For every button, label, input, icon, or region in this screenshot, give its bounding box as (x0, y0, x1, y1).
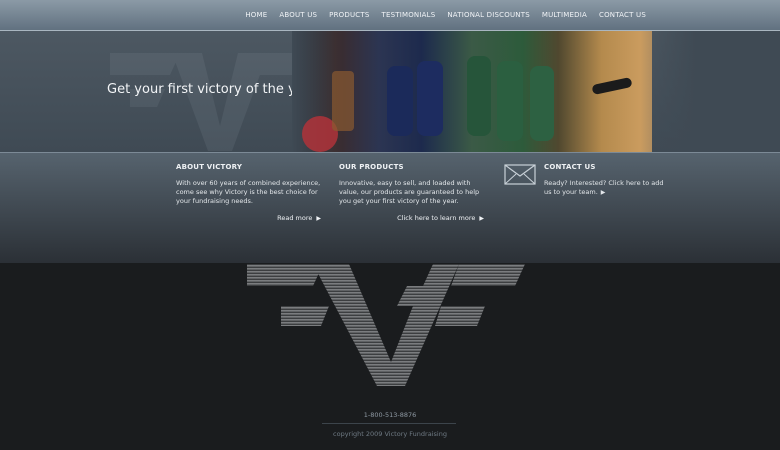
footer-divider (322, 423, 456, 424)
learn-more-link[interactable]: Click here to learn more ▶ (339, 214, 484, 222)
envelope-icon[interactable] (504, 164, 536, 185)
main-nav: HOME ABOUT US PRODUCTS TESTIMONIALS NATI… (239, 0, 780, 30)
about-section: ABOUT VICTORY With over 60 years of comb… (176, 163, 321, 222)
hero-fade (640, 31, 780, 152)
top-nav-bar: HOME ABOUT US PRODUCTS TESTIMONIALS NATI… (0, 0, 780, 31)
nav-about-us[interactable]: ABOUT US (273, 11, 323, 19)
about-title: ABOUT VICTORY (176, 163, 243, 171)
read-more-label: Read more (277, 214, 313, 222)
nav-national-discounts[interactable]: NATIONAL DISCOUNTS (441, 11, 535, 19)
contact-title: CONTACT US (544, 163, 596, 171)
contact-section: CONTACT US Ready? Interested? Click here… (544, 163, 664, 197)
nav-contact-us[interactable]: CONTACT US (593, 11, 652, 19)
products-title: OUR PRODUCTS (339, 163, 404, 171)
footer-phone: 1-800-513-8876 (363, 411, 417, 419)
nav-multimedia[interactable]: MULTIMEDIA (536, 11, 593, 19)
info-band: ABOUT VICTORY With over 60 years of comb… (0, 153, 780, 263)
arrow-right-icon: ▶ (600, 189, 606, 196)
arrow-right-icon: ▶ (316, 215, 321, 222)
learn-more-label: Click here to learn more (397, 214, 476, 222)
read-more-link[interactable]: Read more ▶ (176, 214, 321, 222)
products-body: Innovative, easy to sell, and loaded wit… (339, 179, 480, 205)
hero-banner: Get your first victory of the year... (0, 31, 780, 152)
about-body: With over 60 years of combined experienc… (176, 179, 321, 205)
victory-logo (247, 264, 525, 386)
nav-testimonials[interactable]: TESTIMONIALS (376, 11, 442, 19)
contact-body[interactable]: Ready? Interested? Click here to add us … (544, 179, 664, 197)
hero-photo-collage (292, 31, 652, 152)
arrow-right-icon: ▶ (479, 215, 484, 222)
nav-home[interactable]: HOME (239, 11, 273, 19)
footer-copyright: copyright 2009 Victory Fundraising (333, 430, 447, 438)
nav-products[interactable]: PRODUCTS (323, 11, 375, 19)
products-section: OUR PRODUCTS Innovative, easy to sell, a… (339, 163, 484, 222)
